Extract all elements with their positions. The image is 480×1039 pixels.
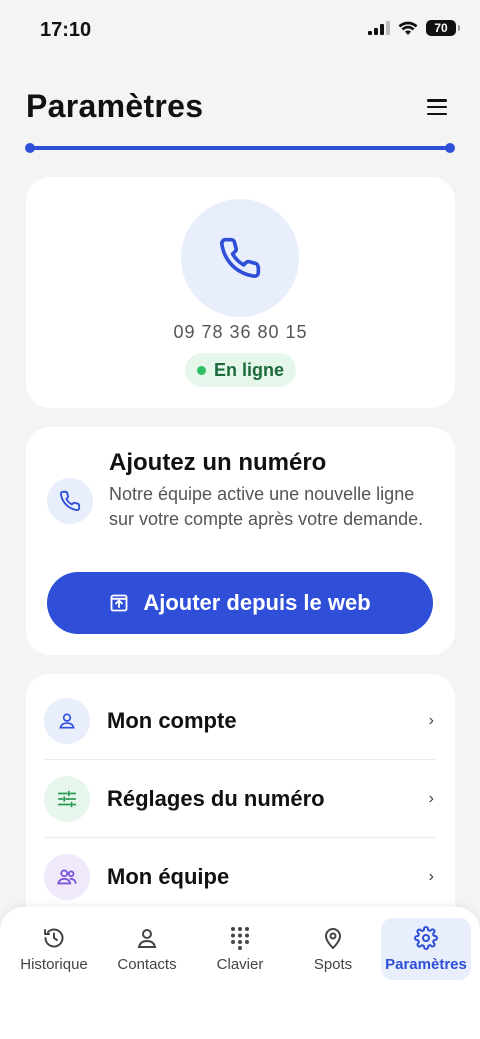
menu-item-mon-compte[interactable]: Mon compte › xyxy=(44,682,436,760)
nav-item-label: Historique xyxy=(20,956,88,973)
page-title: Paramètres xyxy=(26,88,204,124)
menu-item-label: Mon équipe xyxy=(107,864,230,889)
wifi-icon xyxy=(398,21,418,35)
signal-icon xyxy=(368,21,390,35)
add-from-web-label: Ajouter depuis le web xyxy=(143,590,371,615)
hamburger-menu-icon[interactable] xyxy=(424,96,450,118)
phone-icon xyxy=(60,490,81,511)
sliders-icon xyxy=(57,790,77,807)
keypad-icon xyxy=(231,927,249,950)
add-from-web-button[interactable]: Ajouter depuis le web xyxy=(47,572,433,634)
phone-number-card: 09 78 36 80 15 En ligne xyxy=(26,177,455,408)
add-number-card: Ajoutez un numéro Notre équipe active un… xyxy=(26,427,455,655)
status-bar: 17:10 70 xyxy=(0,0,480,60)
menu-item-label: Mon compte xyxy=(107,707,237,733)
phone-icon xyxy=(220,237,261,278)
online-dot-icon xyxy=(196,365,206,375)
gear-icon xyxy=(414,926,438,950)
settings-menu-card: Mon compte › Réglages du numéro › Mon éq… xyxy=(26,674,455,934)
chevron-right-icon: › xyxy=(428,868,434,885)
status-badge: En ligne xyxy=(185,353,296,387)
nav-item-label: Paramètres xyxy=(385,956,467,973)
nav-item-clavier[interactable]: Clavier xyxy=(195,918,285,980)
bottom-nav: Historique Contacts Clavier Spots Paramè… xyxy=(0,907,480,1039)
add-number-title: Ajoutez un numéro xyxy=(109,449,327,476)
add-number-description: Notre équipe active une nouvelle ligne s… xyxy=(109,484,424,529)
add-number-icon-circle xyxy=(47,478,93,524)
nav-item-historique[interactable]: Historique xyxy=(9,918,99,980)
contact-icon xyxy=(137,929,157,948)
nav-item-label: Clavier xyxy=(216,956,264,973)
menu-item-mon-equipe[interactable]: Mon équipe › xyxy=(44,838,436,916)
nav-item-label: Contacts xyxy=(117,956,177,973)
person-icon xyxy=(59,713,75,728)
header-underline xyxy=(25,143,455,153)
nav-item-contacts[interactable]: Contacts xyxy=(102,918,192,980)
history-icon xyxy=(44,928,64,948)
status-icons: 70 xyxy=(368,20,460,36)
chevron-right-icon: › xyxy=(428,711,434,729)
phone-number: 09 78 36 80 15 xyxy=(173,322,308,342)
status-badge-label: En ligne xyxy=(213,359,284,380)
battery-icon: 70 xyxy=(426,20,460,36)
menu-item-label: Réglages du numéro xyxy=(107,785,325,811)
menu-item-reglages-numero[interactable]: Réglages du numéro › xyxy=(44,760,436,838)
nav-item-parametres[interactable]: Paramètres xyxy=(381,918,471,980)
nav-item-label: Spots xyxy=(313,956,353,973)
status-time: 17:10 xyxy=(40,19,92,41)
location-pin-icon xyxy=(325,928,341,949)
chevron-right-icon: › xyxy=(428,789,434,807)
phone-avatar xyxy=(181,199,299,317)
open-external-icon xyxy=(110,594,128,612)
nav-item-spots[interactable]: Spots xyxy=(288,918,378,980)
team-icon xyxy=(57,869,77,885)
